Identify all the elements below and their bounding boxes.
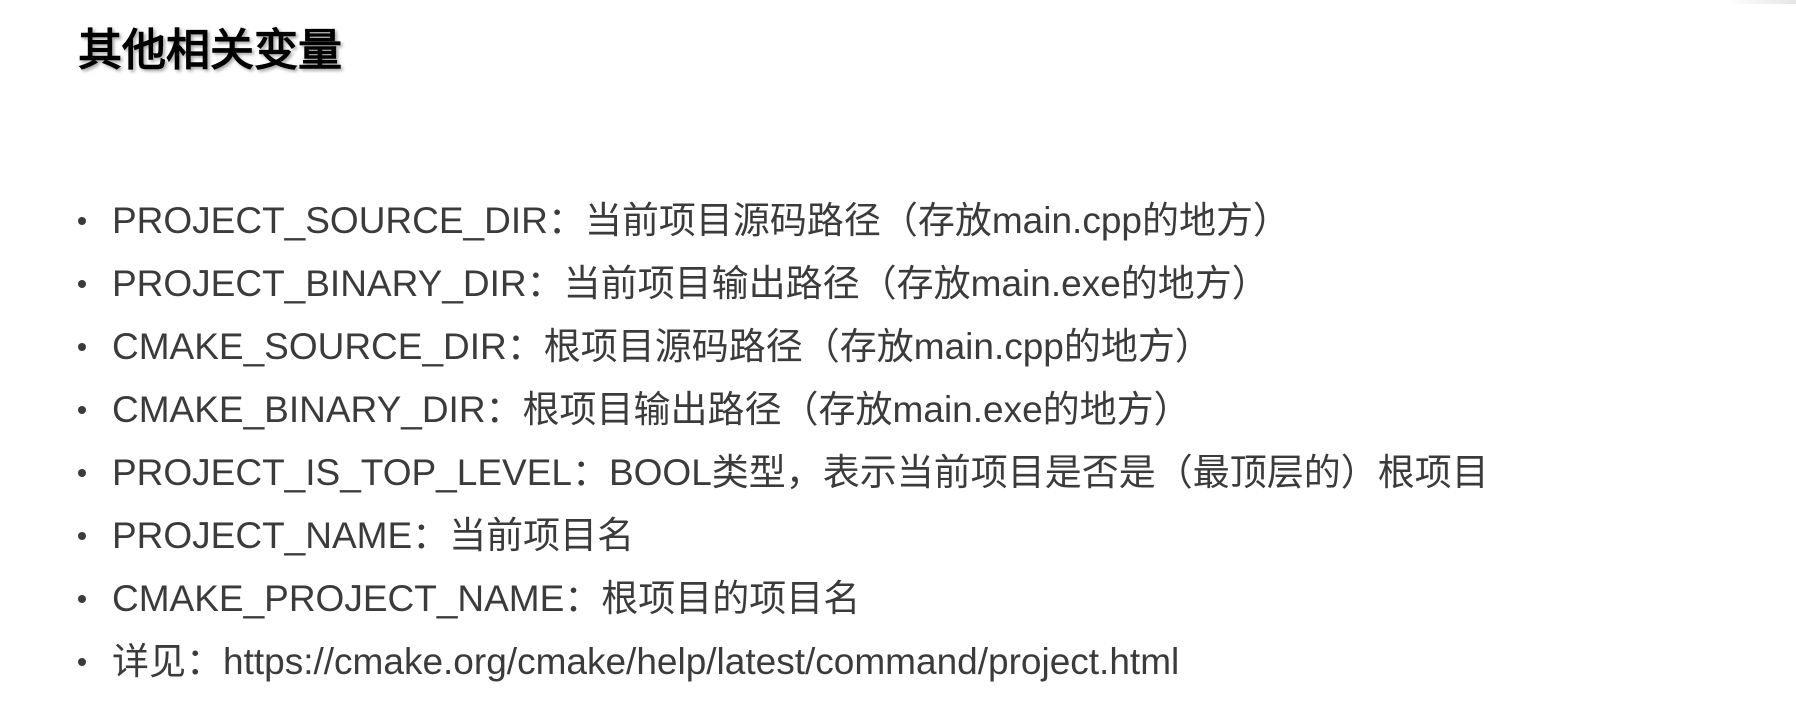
- list-item-text: PROJECT_NAME：当前项目名: [112, 515, 635, 556]
- list-item-project-source-dir: PROJECT_SOURCE_DIR：当前项目源码路径（存放main.cpp的地…: [74, 189, 1489, 252]
- bullet-icon: [78, 658, 86, 666]
- list-item-text: CMAKE_BINARY_DIR：根项目输出路径（存放main.exe的地方）: [112, 389, 1191, 430]
- list-item-text: PROJECT_SOURCE_DIR：当前项目源码路径（存放main.cpp的地…: [112, 200, 1290, 241]
- variable-list: PROJECT_SOURCE_DIR：当前项目源码路径（存放main.cpp的地…: [74, 189, 1489, 693]
- list-item-project-is-top-level: PROJECT_IS_TOP_LEVEL：BOOL类型，表示当前项目是否是（最顶…: [74, 441, 1489, 504]
- bullet-icon: [78, 469, 86, 477]
- list-item-text: CMAKE_PROJECT_NAME：根项目的项目名: [112, 578, 861, 619]
- list-item-see-more-link: 详见：https://cmake.org/cmake/help/latest/c…: [74, 630, 1489, 693]
- bullet-icon: [78, 532, 86, 540]
- slide-title: 其他相关变量: [78, 25, 342, 76]
- bullet-icon: [78, 343, 86, 351]
- corner-decoration: [1726, 0, 1796, 4]
- list-item-cmake-project-name: CMAKE_PROJECT_NAME：根项目的项目名: [74, 567, 1489, 630]
- bullet-icon: [78, 595, 86, 603]
- list-item-cmake-binary-dir: CMAKE_BINARY_DIR：根项目输出路径（存放main.exe的地方）: [74, 378, 1489, 441]
- slide: 其他相关变量 PROJECT_SOURCE_DIR：当前项目源码路径（存放mai…: [0, 0, 1796, 710]
- list-item-text: 详见：https://cmake.org/cmake/help/latest/c…: [112, 641, 1180, 682]
- list-item-cmake-source-dir: CMAKE_SOURCE_DIR：根项目源码路径（存放main.cpp的地方）: [74, 315, 1489, 378]
- list-item-project-binary-dir: PROJECT_BINARY_DIR：当前项目输出路径（存放main.exe的地…: [74, 252, 1489, 315]
- bullet-icon: [78, 217, 86, 225]
- list-item-project-name: PROJECT_NAME：当前项目名: [74, 504, 1489, 567]
- bullet-icon: [78, 406, 86, 414]
- list-item-text: PROJECT_IS_TOP_LEVEL：BOOL类型，表示当前项目是否是（最顶…: [112, 452, 1489, 493]
- list-item-text: PROJECT_BINARY_DIR：当前项目输出路径（存放main.exe的地…: [112, 263, 1269, 304]
- bullet-icon: [78, 280, 86, 288]
- list-item-text: CMAKE_SOURCE_DIR：根项目源码路径（存放main.cpp的地方）: [112, 326, 1212, 367]
